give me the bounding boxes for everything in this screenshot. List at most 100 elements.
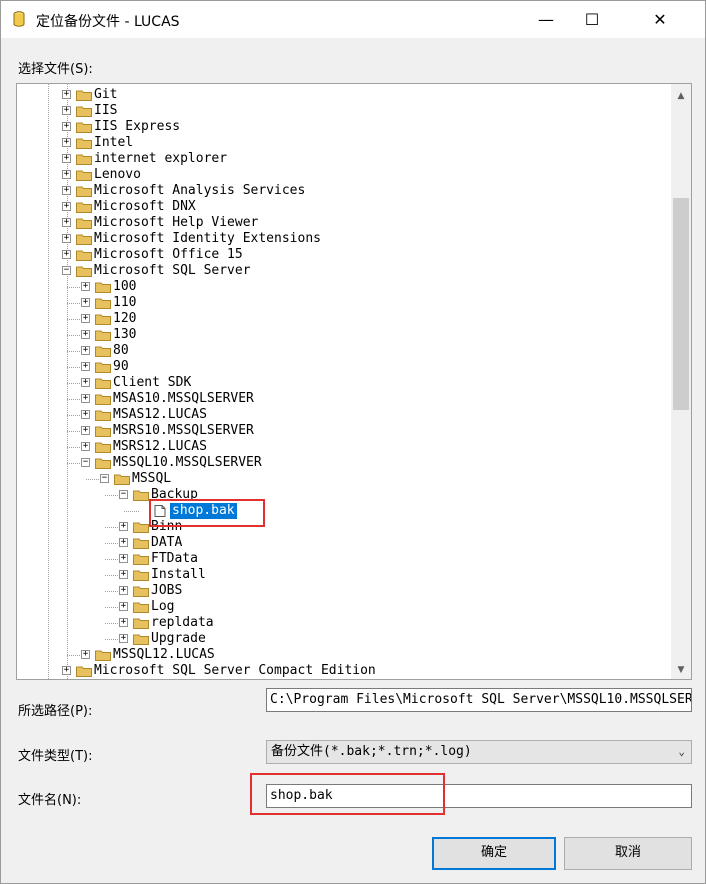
expand-icon[interactable]: + [81,650,90,659]
selected-path-field[interactable]: C:\Program Files\Microsoft SQL Server\MS… [266,688,692,712]
tree-folder-item[interactable]: + Microsoft Identity Extensions [17,231,667,247]
tree-folder-item[interactable]: +130 [17,327,667,343]
tree-folder-item[interactable]: + MSAS10.MSSQLSERVER [17,391,667,407]
tree-connector [67,431,82,432]
tree-folder-item[interactable]: + Client SDK [17,375,667,391]
tree-folder-item[interactable]: + Microsoft Help Viewer [17,215,667,231]
expand-icon[interactable]: + [119,538,128,547]
tree-folder-item[interactable]: + Microsoft DNX [17,199,667,215]
tree-folder-item[interactable]: + Log [17,599,667,615]
expand-icon[interactable]: + [62,170,71,179]
tree-folder-item[interactable]: + Microsoft SQL Server Compact Edition [17,663,667,679]
tree-item-label: Microsoft DNX [94,199,196,214]
tree-folder-item[interactable]: + IIS [17,103,667,119]
tree-item-label: 120 [113,311,137,326]
tree-folder-item[interactable]: − Microsoft SQL Server [17,263,667,279]
expand-icon[interactable]: + [62,666,71,675]
tree-folder-item[interactable]: +120 [17,311,667,327]
folder-icon [76,250,92,261]
tree-connector [105,575,120,576]
expand-icon[interactable]: + [81,426,90,435]
tree-folder-item[interactable]: + Microsoft Analysis Services [17,183,667,199]
maximize-button[interactable]: ☐ [569,1,615,38]
expand-icon[interactable]: + [119,602,128,611]
tree-folder-item[interactable]: +80 [17,343,667,359]
tree-folder-item[interactable]: +90 [17,359,667,375]
minimize-button[interactable]: — [523,1,569,38]
tree-item-label: Client SDK [113,375,192,390]
file-type-select[interactable]: 备份文件(*.bak;*.trn;*.log) ⌄ [266,740,692,764]
tree-folder-item[interactable]: + MSRS12.LUCAS [17,439,667,455]
tree-folder-item[interactable]: + Microsoft Office 15 [17,247,667,263]
folder-icon [133,522,149,533]
collapse-icon[interactable]: − [100,474,109,483]
expand-icon[interactable]: + [81,282,90,291]
expand-icon[interactable]: + [62,122,71,131]
expand-icon[interactable]: + [62,234,71,243]
tree-folder-item[interactable]: + Install [17,567,667,583]
tree-folder-item[interactable]: + Lenovo [17,167,667,183]
tree-folder-item[interactable]: + FTData [17,551,667,567]
cancel-button[interactable]: 取消 [564,837,692,870]
scroll-up-icon[interactable]: ▲ [671,86,691,106]
expand-icon[interactable]: + [119,522,128,531]
expand-icon[interactable]: + [81,442,90,451]
expand-icon[interactable]: + [119,618,128,627]
close-icon: ✕ [653,10,667,29]
expand-icon[interactable]: + [81,346,90,355]
expand-icon[interactable]: + [62,90,71,99]
folder-icon [76,106,92,117]
expand-icon[interactable]: + [119,570,128,579]
folder-icon [95,314,111,325]
expand-icon[interactable]: + [62,106,71,115]
expand-icon[interactable]: + [81,362,90,371]
expand-icon[interactable]: + [81,298,90,307]
file-tree[interactable]: + Git + IIS + IIS Express + Intel + internet expl… [16,83,692,680]
tree-folder-item[interactable]: + MSAS12.LUCAS [17,407,667,423]
maximize-icon: ☐ [584,10,600,29]
close-button[interactable]: ✕ [615,1,705,38]
expand-icon[interactable]: + [81,378,90,387]
expand-icon[interactable]: + [62,138,71,147]
tree-folder-item[interactable]: + repldata [17,615,667,631]
expand-icon[interactable]: + [81,394,90,403]
tree-folder-item[interactable]: + Binn [17,519,667,535]
tree-item-label: MSSQL [132,471,172,486]
tree-folder-item[interactable]: − Backup [17,487,667,503]
tree-folder-item[interactable]: + JOBS [17,583,667,599]
tree-folder-item[interactable]: − MSSQL10.MSSQLSERVER [17,455,667,471]
expand-icon[interactable]: + [62,202,71,211]
expand-icon[interactable]: + [81,410,90,419]
collapse-icon[interactable]: − [62,266,71,275]
tree-folder-item[interactable]: + Intel [17,135,667,151]
collapse-icon[interactable]: − [119,490,128,499]
tree-folder-item[interactable]: + MSSQL12.LUCAS [17,647,667,663]
expand-icon[interactable]: + [62,186,71,195]
tree-folder-item[interactable]: + MSRS10.MSSQLSERVER [17,423,667,439]
collapse-icon[interactable]: − [81,458,90,467]
tree-file-item[interactable]: shop.bak [17,503,667,519]
expand-icon[interactable]: + [81,314,90,323]
tree-folder-item[interactable]: +110 [17,295,667,311]
tree-folder-item[interactable]: + internet explorer [17,151,667,167]
tree-scrollbar[interactable]: ▲ ▼ [671,84,691,679]
expand-icon[interactable]: + [81,330,90,339]
expand-icon[interactable]: + [62,154,71,163]
tree-folder-item[interactable]: +100 [17,279,667,295]
locate-backup-file-dialog: 定位备份文件 - LUCAS — ☐ ✕ 选择文件(S): + Git + IIS + I… [0,0,706,884]
tree-folder-item[interactable]: + DATA [17,535,667,551]
expand-icon[interactable]: + [62,250,71,259]
scroll-down-icon[interactable]: ▼ [671,660,691,679]
expand-icon[interactable]: + [119,554,128,563]
expand-icon[interactable]: + [62,218,71,227]
tree-folder-item[interactable]: + Git [17,87,667,103]
file-type-value: 备份文件(*.bak;*.trn;*.log) [271,744,472,759]
tree-folder-item[interactable]: + IIS Express [17,119,667,135]
expand-icon[interactable]: + [119,586,128,595]
tree-folder-item[interactable]: − MSSQL [17,471,667,487]
ok-button[interactable]: 确定 [432,837,556,870]
expand-icon[interactable]: + [119,634,128,643]
file-name-label: 文件名(N): [18,793,82,808]
tree-folder-item[interactable]: + Upgrade [17,631,667,647]
scroll-thumb[interactable] [673,198,689,410]
